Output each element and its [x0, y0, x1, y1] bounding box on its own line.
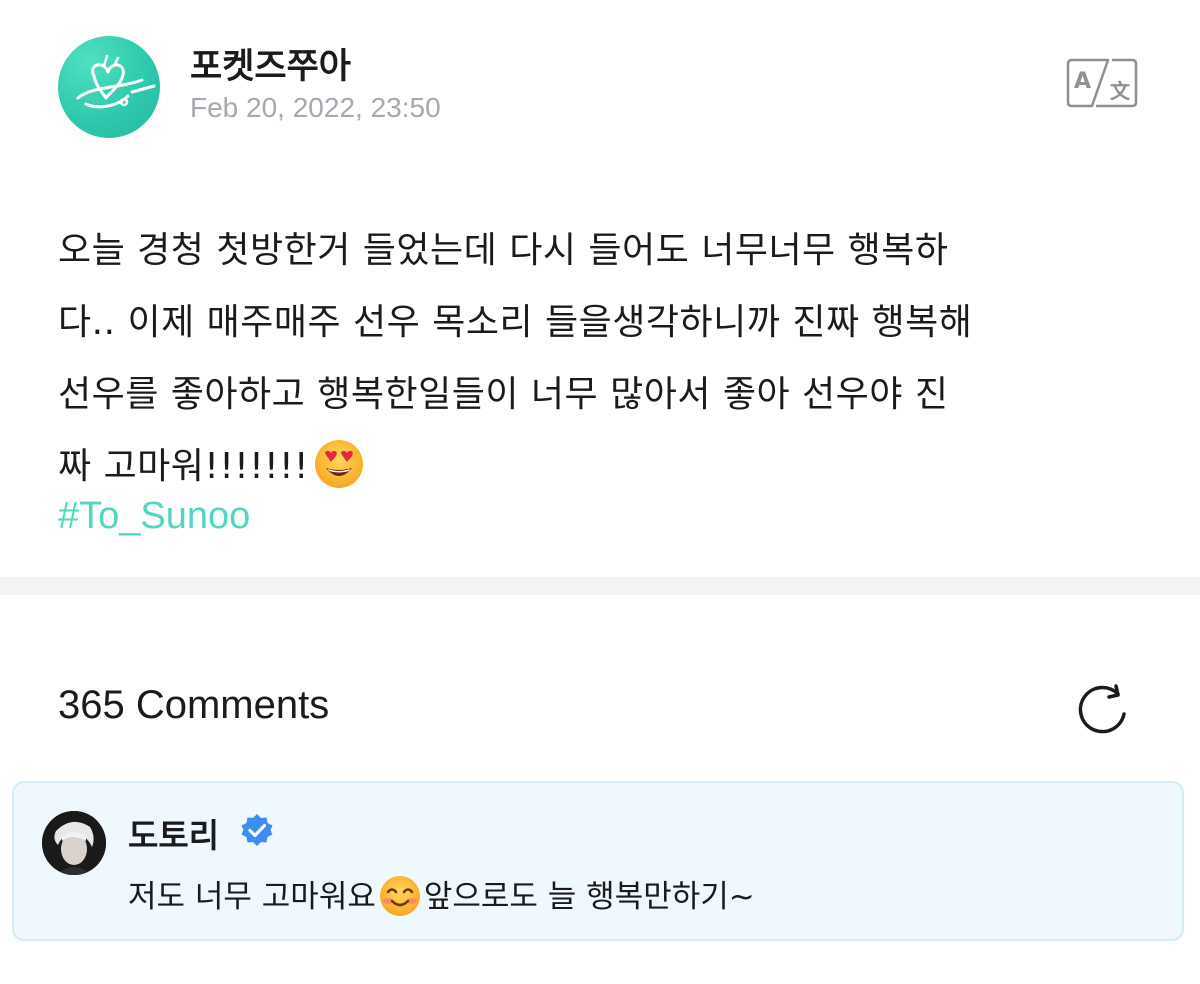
post-body-line: 오늘 경청 첫방한거 들었는데 다시 들어도 너무너무 행복하	[58, 230, 949, 271]
smiling-face-emoji	[379, 875, 420, 916]
author-avatar[interactable]	[58, 36, 160, 138]
profile-photo-icon	[42, 811, 106, 875]
post-body-last-line: 짜 고마워!!!!!!!	[58, 431, 1148, 503]
comments-count: 365 Comments	[58, 683, 330, 727]
post-body-line: 짜 고마워!!!!!!!	[58, 446, 309, 487]
post-timestamp: Feb 20, 2022, 23:50	[190, 92, 441, 123]
highlighted-comment[interactable]: 도토리 저도 너무 고마워요 앞으로도 늘 행복만하기~	[12, 781, 1184, 941]
refresh-comments-button[interactable]	[1072, 680, 1132, 740]
post-detail-screen: 포켓즈쭈아 Feb 20, 2022, 23:50 A 文 오늘 경청 첫방한거…	[0, 0, 1200, 984]
post-body-line: 선우를 좋아하고 행복한일들이 너무 많아서 좋아 선우야 진	[58, 374, 949, 415]
svg-text:文: 文	[1110, 79, 1131, 103]
post-body-line: 다.. 이제 매주매주 선우 목소리 들을생각하니까 진짜 행복해	[58, 302, 973, 343]
comment-text-part: 앞으로도 늘 행복만하기~	[423, 879, 755, 915]
post-body: 오늘 경청 첫방한거 들었는데 다시 들어도 너무너무 행복하 다.. 이제 매…	[58, 215, 1148, 503]
comment-author-avatar[interactable]	[42, 811, 106, 875]
post-hashtag[interactable]: #To_Sunoo	[58, 495, 250, 538]
comment-text: 저도 너무 고마워요 앞으로도 늘 행복만하기~	[128, 875, 755, 921]
comment-author-name[interactable]: 도토리	[128, 809, 219, 857]
section-divider	[0, 577, 1200, 595]
comment-text-part: 저도 너무 고마워요	[128, 879, 376, 915]
svg-text:A: A	[1074, 69, 1091, 94]
post-author-name[interactable]: 포켓즈쭈아	[190, 38, 351, 89]
heart-doodle-icon	[76, 54, 156, 109]
refresh-icon	[1078, 684, 1126, 734]
heart-eyes-emoji	[314, 440, 363, 488]
translate-button[interactable]: A 文	[1064, 58, 1140, 108]
verified-badge-icon	[241, 814, 273, 846]
translate-icon: A 文	[1066, 58, 1138, 108]
